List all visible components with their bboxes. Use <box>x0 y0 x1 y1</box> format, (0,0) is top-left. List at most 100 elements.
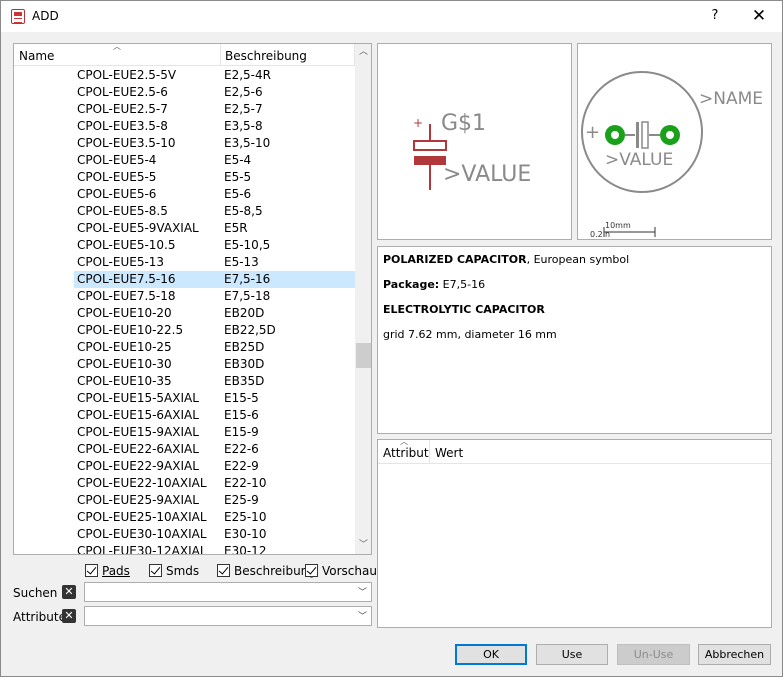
scroll-down-icon[interactable]: ﹀ <box>355 537 371 554</box>
scroll-up-icon[interactable]: ︿ <box>355 44 371 61</box>
checkbox-checked-icon[interactable] <box>217 564 230 577</box>
device-name: CPOL-EUE30-12AXIAL <box>77 544 207 555</box>
device-description: E22-10 <box>224 476 267 490</box>
device-description: E7,5-18 <box>224 289 271 303</box>
search-label: Suchen <box>13 586 58 600</box>
device-description: E5-4 <box>224 153 252 167</box>
attribute-input[interactable]: ﹀ <box>84 606 372 626</box>
list-scrollbar[interactable]: ︿ ﹀ <box>355 44 371 554</box>
beschreibung-label: Beschreibung <box>234 564 316 578</box>
device-description: E5-6 <box>224 187 252 201</box>
list-item[interactable]: CPOL-EUE10-22.5 EB22,5D <box>14 322 355 339</box>
list-item[interactable]: CPOL-EUE7.5-18 E7,5-18 <box>14 288 355 305</box>
cancel-button[interactable]: Abbrechen <box>698 644 771 665</box>
device-name: CPOL-EUE15-6AXIAL <box>77 408 199 422</box>
polarity-plus: + <box>413 116 424 130</box>
close-button[interactable]: ✕ <box>745 5 773 27</box>
attribute-label: Attribute <box>13 610 66 624</box>
device-name: CPOL-EUE5-9VAXIAL <box>77 221 199 235</box>
list-item[interactable]: CPOL-EUE30-10AXIAL E30-10 <box>14 526 355 543</box>
checkbox-checked-icon[interactable] <box>305 564 318 577</box>
list-item[interactable]: CPOL-EUE7.5-16 E7,5-16 <box>14 271 355 288</box>
list-item[interactable]: CPOL-EUE5-5 E5-5 <box>14 169 355 186</box>
device-description: EB35D <box>224 374 265 388</box>
device-name: CPOL-EUE2.5-7 <box>77 102 168 116</box>
package-value-label: >VALUE <box>605 150 674 170</box>
column-header-description[interactable]: Beschreibung <box>225 49 307 63</box>
symbol-value-label: >VALUE <box>443 162 532 187</box>
chevron-down-icon[interactable]: ﹀ <box>358 585 367 598</box>
device-description: E2,5-7 <box>224 102 263 116</box>
device-description: EB22,5D <box>224 323 276 337</box>
description-package: Package: E7,5-16 <box>383 278 486 291</box>
attribute-table[interactable]: ︿ Attribut Wert <box>377 437 772 628</box>
column-header-attribut[interactable]: Attribut <box>383 446 429 460</box>
device-name: CPOL-EUE10-25 <box>77 340 172 354</box>
column-divider[interactable] <box>220 44 221 66</box>
device-name: CPOL-EUE10-35 <box>77 374 172 388</box>
list-item[interactable]: CPOL-EUE10-25 EB25D <box>14 339 355 356</box>
list-item[interactable]: CPOL-EUE10-35 EB35D <box>14 373 355 390</box>
add-dialog: ADD ? ✕ ︿ Name Beschreibung CPOL-EUE2.5-… <box>0 0 783 677</box>
unuse-button[interactable]: Un-Use <box>617 644 690 665</box>
list-item[interactable]: CPOL-EUE5-6 E5-6 <box>14 186 355 203</box>
scrollbar-thumb[interactable] <box>356 343 371 368</box>
list-item[interactable]: CPOL-EUE2.5-7 E2,5-7 <box>14 101 355 118</box>
device-description: E5-10,5 <box>224 238 271 252</box>
device-name: CPOL-EUE5-10.5 <box>77 238 176 252</box>
ok-button[interactable]: OK <box>455 644 527 665</box>
device-description: E2,5-6 <box>224 85 263 99</box>
column-header-wert[interactable]: Wert <box>435 446 463 460</box>
list-item[interactable]: CPOL-EUE30-12AXIAL E30-12 <box>14 543 355 555</box>
checkbox-checked-icon[interactable] <box>85 564 98 577</box>
clear-attribute-icon[interactable]: ✕ <box>62 609 76 623</box>
clear-search-icon[interactable]: ✕ <box>62 585 76 599</box>
device-name: CPOL-EUE25-9AXIAL <box>77 493 199 507</box>
list-item[interactable]: CPOL-EUE22-6AXIAL E22-6 <box>14 441 355 458</box>
pads-label: Pads <box>102 564 130 578</box>
list-item[interactable]: CPOL-EUE10-30 EB30D <box>14 356 355 373</box>
package-name-label: >NAME <box>699 89 763 109</box>
window-title: ADD <box>32 9 59 23</box>
device-name: CPOL-EUE7.5-16 <box>77 272 176 286</box>
device-name: CPOL-EUE22-9AXIAL <box>77 459 199 473</box>
list-item[interactable]: CPOL-EUE2.5-6 E2,5-6 <box>14 84 355 101</box>
device-name: CPOL-EUE3.5-10 <box>77 136 176 150</box>
device-description: EB25D <box>224 340 265 354</box>
list-item[interactable]: CPOL-EUE3.5-10 E3,5-10 <box>14 135 355 152</box>
list-item[interactable]: CPOL-EUE3.5-8 E3,5-8 <box>14 118 355 135</box>
list-item[interactable]: CPOL-EUE25-10AXIAL E25-10 <box>14 509 355 526</box>
search-input[interactable]: ﹀ <box>84 582 372 602</box>
device-name: CPOL-EUE22-6AXIAL <box>77 442 199 456</box>
list-item[interactable]: CPOL-EUE22-9AXIAL E22-9 <box>14 458 355 475</box>
list-item[interactable]: CPOL-EUE22-10AXIAL E22-10 <box>14 475 355 492</box>
list-item[interactable]: CPOL-EUE5-8.5 E5-8,5 <box>14 203 355 220</box>
list-item[interactable]: CPOL-EUE25-9AXIAL E25-9 <box>14 492 355 509</box>
device-name: CPOL-EUE7.5-18 <box>77 289 176 303</box>
package-preview[interactable]: + >NAME >VALUE 10mm 0.2in <box>577 43 772 240</box>
list-item[interactable]: CPOL-EUE15-6AXIAL E15-6 <box>14 407 355 424</box>
list-item[interactable]: CPOL-EUE5-10.5 E5-10,5 <box>14 237 355 254</box>
symbol-preview[interactable]: + G$1 >VALUE <box>377 43 572 240</box>
device-description: E25-10 <box>224 510 267 524</box>
device-description: E3,5-10 <box>224 136 271 150</box>
checkbox-checked-icon[interactable] <box>149 564 162 577</box>
device-description: E22-6 <box>224 442 259 456</box>
pad-plus-label: + <box>585 122 601 143</box>
list-item[interactable]: CPOL-EUE10-20 EB20D <box>14 305 355 322</box>
list-item[interactable]: CPOL-EUE5-9VAXIAL E5R <box>14 220 355 237</box>
column-divider[interactable] <box>429 440 430 464</box>
device-name: CPOL-EUE10-22.5 <box>77 323 184 337</box>
list-rows: CPOL-EUE2.5-5V E2,5-4R CPOL-EUE2.5-6 E2,5-6… <box>14 67 355 555</box>
list-item[interactable]: CPOL-EUE5-4 E5-4 <box>14 152 355 169</box>
device-list[interactable]: ︿ Name Beschreibung CPOL-EUE2.5-5V E2,5-4… <box>13 43 372 555</box>
list-item[interactable]: CPOL-EUE15-5AXIAL E15-5 <box>14 390 355 407</box>
use-button[interactable]: Use <box>536 644 608 665</box>
column-header-name[interactable]: Name <box>19 49 54 63</box>
chevron-down-icon[interactable]: ﹀ <box>358 609 367 622</box>
device-name: CPOL-EUE15-5AXIAL <box>77 391 199 405</box>
list-item[interactable]: CPOL-EUE5-13 E5-13 <box>14 254 355 271</box>
list-item[interactable]: CPOL-EUE2.5-5V E2,5-4R <box>14 67 355 84</box>
help-button[interactable]: ? <box>705 6 725 26</box>
list-item[interactable]: CPOL-EUE15-9AXIAL E15-9 <box>14 424 355 441</box>
